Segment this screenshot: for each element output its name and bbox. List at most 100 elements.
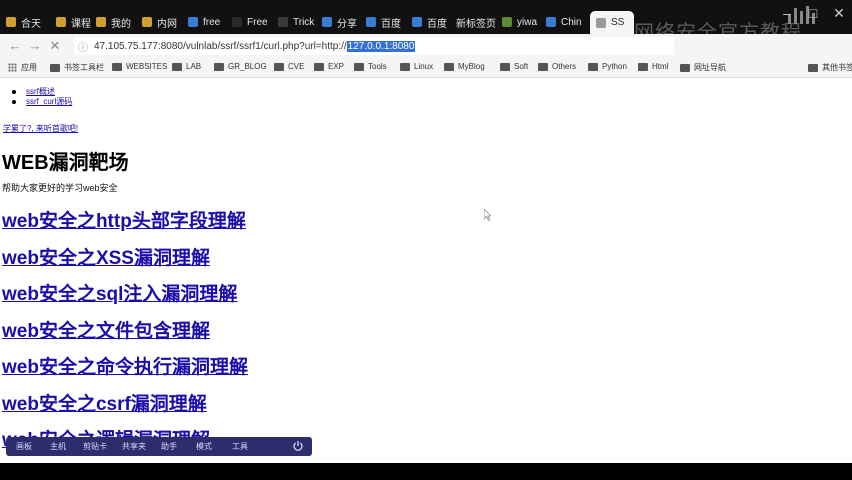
bookmark-label: 网址导航 (694, 63, 726, 72)
browser-tab[interactable]: 合天 (6, 12, 50, 32)
folder-icon (588, 62, 598, 71)
tab-label: Free (247, 16, 268, 28)
bookmark-item[interactable]: MyBlog (444, 62, 485, 71)
browser-tab[interactable]: Chin (546, 12, 586, 32)
folder-icon (808, 63, 818, 72)
info-icon[interactable]: ⓘ (78, 39, 88, 54)
mouse-cursor-icon (484, 209, 491, 221)
url-selected-text: 127.0.0.1:8080 (346, 40, 416, 52)
bookmark-label: LAB (186, 62, 202, 71)
bookmark-label: CVE (288, 62, 305, 71)
browser-tab[interactable]: 课程 (56, 12, 94, 32)
page-title: WEB漏洞靶场 (2, 152, 129, 174)
browser-tab[interactable]: 百度 (366, 12, 408, 32)
topic-link[interactable]: web安全之XSS漏洞理解 (2, 243, 210, 270)
tab-favicon-icon (6, 17, 16, 27)
bookmark-item[interactable]: WEBSITES (112, 62, 167, 71)
tab-label: 我的 (111, 18, 131, 30)
folder-icon (172, 62, 182, 71)
browser-tab[interactable]: 新标签页 (456, 12, 498, 32)
music-link[interactable]: 学累了?, 来听首歌吧! (3, 123, 78, 134)
folder-icon (112, 62, 122, 71)
folder-icon (500, 62, 510, 71)
browser-tab[interactable]: Free (232, 12, 274, 32)
url-text: 47.105.75.177:8080/vulnlab/ssrf/ssrf1/cu… (94, 40, 347, 52)
address-bar[interactable]: ⓘ 47.105.75.177:8080/vulnlab/ssrf/ssrf1/… (74, 37, 674, 55)
top-links-list: ssrf概述 ssrf_curl源码 (11, 87, 72, 107)
bookmark-item[interactable]: EXP (314, 62, 344, 71)
tab-label: SS (611, 17, 625, 28)
browser-tab[interactable]: SS✕ (590, 11, 634, 34)
browser-tab[interactable]: yiwa (502, 12, 542, 32)
folder-icon (274, 62, 284, 71)
taskbar-item[interactable]: 画板 (6, 441, 42, 452)
tab-label: 分享 (337, 18, 357, 30)
taskbar-item[interactable]: 共享夹 (116, 441, 152, 452)
bookmark-item[interactable]: CVE (274, 62, 304, 71)
bookmark-item[interactable]: Linux (400, 62, 433, 71)
tab-label: 内网 (157, 18, 177, 30)
browser-tab[interactable]: 我的 (96, 12, 138, 32)
tab-label: 百度 (427, 18, 447, 30)
topic-link[interactable]: web安全之sql注入漏洞理解 (2, 279, 237, 306)
folder-icon (444, 62, 454, 71)
bookmark-label: EXP (328, 62, 345, 71)
folder-icon (314, 62, 324, 71)
bookmark-label: Others (552, 62, 577, 71)
topic-link[interactable]: web安全之命令执行漏洞理解 (2, 352, 248, 379)
bookmark-item[interactable]: GR_BLOG (214, 62, 267, 71)
bookmark-label: WEBSITES (126, 62, 168, 71)
bookmark-label: MyBlog (458, 62, 485, 71)
browser-tab[interactable]: Trick (278, 12, 318, 32)
minimize-icon[interactable]: – (774, 0, 800, 26)
folder-icon (680, 63, 690, 72)
folder-icon (354, 62, 364, 71)
bookmark-item[interactable]: Soft (500, 62, 528, 71)
tab-label: 合天 (21, 18, 41, 30)
bookmark-item[interactable]: Html (638, 62, 668, 71)
taskbar-item[interactable]: 主机 (42, 441, 74, 452)
bookmark-item[interactable]: 其他书签 (808, 62, 852, 73)
taskbar-item[interactable]: 剪贴卡 (74, 441, 116, 452)
tab-favicon-icon (142, 17, 152, 27)
remote-taskbar: 画板 主机 剪贴卡 共享夹 助手 模式 工具 (6, 437, 312, 456)
browser-tab[interactable]: 分享 (322, 12, 362, 32)
close-window-icon[interactable]: ✕ (826, 0, 852, 26)
folder-icon (400, 62, 410, 71)
bookmark-item[interactable]: Tools (354, 62, 387, 71)
ssrf-overview-link[interactable]: ssrf概述 (26, 87, 55, 96)
tab-favicon-icon (232, 17, 242, 27)
bookmark-item[interactable]: Others (538, 62, 576, 71)
taskbar-item[interactable]: 模式 (186, 441, 222, 452)
power-icon[interactable] (292, 440, 304, 452)
bookmark-label: Tools (368, 62, 387, 71)
tab-favicon-icon (96, 17, 106, 27)
bookmark-label: 应用 (21, 63, 37, 72)
browser-tab[interactable]: 内网 (142, 12, 184, 32)
bookmarks-bar: 应用 书签工具栏 WEBSITES LAB GR_BLOG CVE EXP Tools Linu… (0, 58, 852, 78)
bookmark-label: GR_BLOG (228, 62, 267, 71)
bookmark-label: 书签工具栏 (64, 63, 104, 72)
browser-tab[interactable]: free (188, 12, 228, 32)
back-icon[interactable]: ← (6, 37, 24, 55)
tab-favicon-icon (322, 17, 332, 27)
ssrf-curl-source-link[interactable]: ssrf_curl源码 (26, 97, 72, 106)
taskbar-item[interactable]: 助手 (152, 441, 186, 452)
topic-link[interactable]: web安全之http头部字段理解 (2, 206, 246, 233)
page-subtitle: 帮助大家更好的学习web安全 (2, 183, 118, 193)
maximize-icon[interactable]: □ (800, 0, 826, 26)
tab-favicon-icon (278, 17, 288, 27)
bookmark-item[interactable]: Python (588, 62, 627, 71)
taskbar-item[interactable]: 工具 (222, 441, 258, 452)
stop-icon[interactable]: ✕ (46, 37, 64, 55)
bookmark-item[interactable]: 网址导航 (680, 62, 726, 73)
topic-link[interactable]: web安全之文件包含理解 (2, 316, 210, 343)
forward-icon[interactable]: → (26, 37, 44, 55)
list-item: ssrf_curl源码 (11, 97, 72, 107)
bookmark-item[interactable]: LAB (172, 62, 201, 71)
bookmark-item[interactable]: 书签工具栏 (50, 62, 104, 73)
folder-icon (50, 63, 60, 72)
bookmark-item[interactable]: 应用 (8, 62, 37, 73)
topic-link[interactable]: web安全之csrf漏洞理解 (2, 389, 207, 416)
browser-tab[interactable]: 百度 (412, 12, 452, 32)
